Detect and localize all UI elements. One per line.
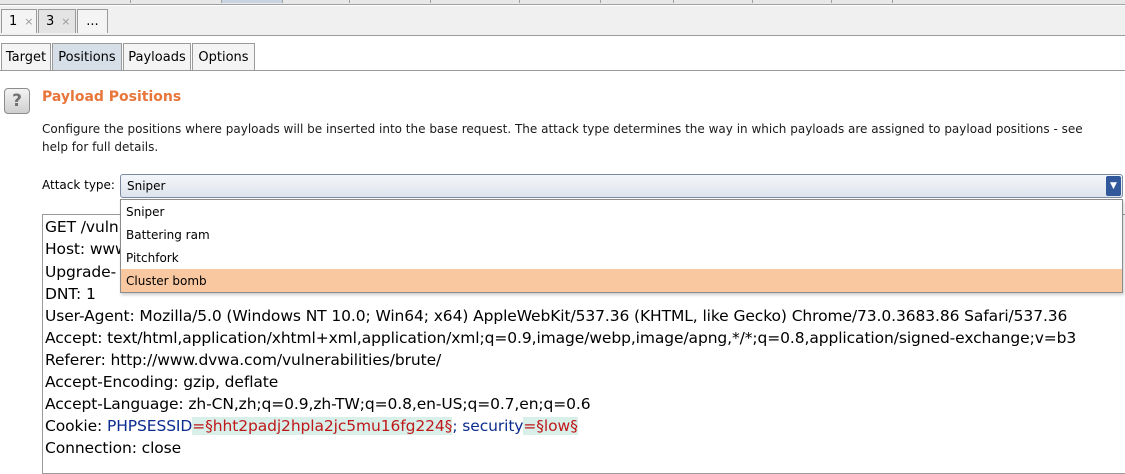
request-line: Accept: text/html,application/xhtml+xml,…: [45, 329, 1077, 347]
tab-label: Options: [198, 49, 249, 65]
cookie-name-phpsessid: PHPSESSID: [106, 417, 193, 435]
payload-marker-security[interactable]: §low§: [536, 417, 578, 435]
option-sniper[interactable]: Sniper: [121, 200, 1122, 223]
upper-tab[interactable]: [431, 0, 520, 3]
option-battering-ram[interactable]: Battering ram: [121, 223, 1122, 246]
attack-type-select[interactable]: Sniper ▼: [120, 174, 1123, 198]
question-mark-icon[interactable]: ?: [4, 88, 30, 114]
attack-type-dropdown: Sniper Battering ram Pitchfork Cluster b…: [120, 199, 1123, 293]
tab-target[interactable]: Target: [1, 43, 51, 70]
close-icon[interactable]: ×: [24, 15, 33, 28]
request-line: Host: www: [45, 240, 128, 258]
tab-label: Target: [5, 49, 47, 65]
request-line: Connection: close: [45, 439, 182, 457]
attack-tabs: 1 × 3 × ...: [0, 6, 1125, 36]
request-line: Accept-Language: zh-CN,zh;q=0.9,zh-TW;q=…: [45, 395, 591, 413]
attack-tab-1[interactable]: 1 ×: [1, 9, 37, 33]
section-title: Payload Positions: [42, 89, 182, 105]
close-icon[interactable]: ×: [61, 15, 70, 28]
cookie-prefix: Cookie:: [45, 417, 107, 435]
intruder-sub-tabs: Target Positions Payloads Options: [0, 42, 1125, 71]
payload-marker-phpsessid[interactable]: §hht2padj2hpla2jc5mu16fg224§: [205, 417, 452, 435]
request-line: Referer: http://www.dvwa.com/vulnerabili…: [45, 351, 442, 369]
upper-tab[interactable]: [0, 0, 131, 3]
upper-tab-strip: [0, 0, 1125, 5]
attack-type-value: Sniper: [127, 179, 166, 193]
request-line: Accept-Encoding: gzip, deflate: [45, 373, 279, 391]
cookie-line: Cookie: PHPSESSID=§hht2padj2hpla2jc5mu16…: [45, 417, 578, 439]
option-pitchfork[interactable]: Pitchfork: [121, 246, 1122, 269]
option-cluster-bomb[interactable]: Cluster bomb: [121, 269, 1122, 292]
tab-positions[interactable]: Positions: [52, 43, 122, 70]
upper-tab-selected[interactable]: [222, 0, 283, 3]
cookie-separator: ;: [452, 417, 463, 435]
request-line: DNT: 1: [45, 285, 96, 303]
request-line: Upgrade-: [45, 263, 117, 281]
tab-label: Payloads: [128, 49, 186, 65]
attack-tab-label: 1: [9, 14, 18, 29]
tab-payloads[interactable]: Payloads: [123, 43, 191, 70]
upper-tab[interactable]: [674, 0, 753, 3]
upper-tab[interactable]: [520, 0, 601, 3]
attack-tab-label: 3: [46, 14, 55, 29]
upper-tab[interactable]: [832, 0, 893, 3]
upper-tab[interactable]: [350, 0, 431, 3]
tab-options[interactable]: Options: [192, 43, 255, 70]
tab-label: Positions: [58, 49, 116, 65]
cookie-equals: =: [523, 417, 537, 435]
upper-tab[interactable]: [131, 0, 222, 3]
upper-tab[interactable]: [283, 0, 350, 3]
request-line: User-Agent: Mozilla/5.0 (Windows NT 10.0…: [45, 307, 1068, 325]
chevron-down-icon[interactable]: ▼: [1106, 176, 1121, 196]
upper-tab[interactable]: [753, 0, 832, 3]
cookie-equals: =: [192, 417, 206, 435]
upper-tab[interactable]: [601, 0, 674, 3]
attack-tab-3[interactable]: 3 ×: [38, 9, 76, 33]
new-attack-tab[interactable]: ...: [77, 9, 108, 33]
cookie-name-security: security: [462, 417, 524, 435]
section-description: Configure the positions where payloads w…: [42, 122, 1083, 154]
new-attack-tab-label: ...: [86, 14, 99, 29]
request-line: GET /vuln: [45, 218, 119, 236]
attack-type-label: Attack type:: [42, 178, 115, 192]
